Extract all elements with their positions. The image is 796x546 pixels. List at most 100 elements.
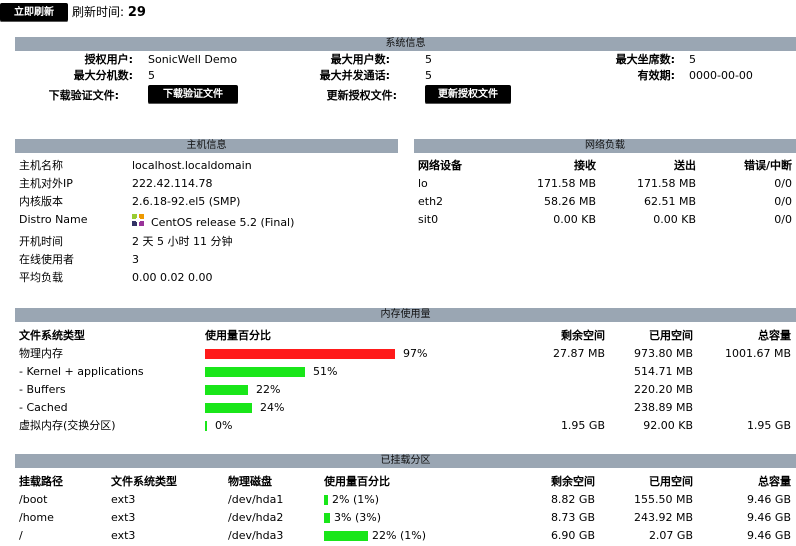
memory-row-name: - Cached [19,401,68,414]
memory-usage-bar [205,349,395,359]
network-device: lo [418,177,428,190]
network-col-err: 错误/中断 [743,159,792,172]
host-row-label: 主机名称 [19,159,63,172]
memory-usage-percent: 22% [256,383,281,396]
mount-disk: /dev/hda2 [228,511,284,524]
memory-col-pct: 使用量百分比 [205,329,271,342]
max-calls-value: 5 [425,69,432,82]
mounts-col-fs: 文件系统类型 [111,475,177,488]
mount-disk: /dev/hda3 [228,529,284,542]
host-row-value: 2 天 5 小时 11 分钟 [132,235,233,248]
memory-row-name: 虚拟内存(交换分区) [19,419,116,432]
refresh-timer-seconds: 29 [127,5,146,20]
host-row-label: 内核版本 [19,195,63,208]
refresh-now-button[interactable]: 立即刷新 [0,3,68,22]
memory-total: 1001.67 MB [724,347,791,360]
memory-used: 220.20 MB [633,383,693,396]
memory-col-total: 总容量 [758,329,791,342]
mounts-col-disk: 物理磁盘 [228,475,272,488]
max-seats-label: 最大坐席数: [615,53,675,66]
network-tx: 171.58 MB [636,177,696,190]
host-row-value: 0.00 0.02 0.00 [132,271,213,284]
toolbar: 立即刷新 刷新时间: 29 [0,0,796,24]
update-license-label: 更新授权文件: [326,89,397,102]
mount-usage-percent: 22% (1%) [372,529,426,542]
memory-col-type: 文件系统类型 [19,329,85,342]
host-row-value: CentOS release 5.2 (Final) [151,216,295,229]
network-panel: 网络负载 网络设备 接收 送出 错误/中断 lo 171.58 MB 171.58 … [414,139,796,229]
system-info-panel: 系统信息 授权用户: SonicWell Demo 最大用户数: 5 最大坐席数… [15,37,796,109]
network-rx: 58.26 MB [543,195,596,208]
memory-usage-bar [205,421,207,431]
host-row-label: 在线使用者 [19,253,74,266]
mount-disk: /dev/hda1 [228,493,284,506]
mount-total: 9.46 GB [746,511,791,524]
memory-total: 1.95 GB [746,419,791,432]
mount-usage-bar [324,531,368,541]
memory-used: 238.89 MB [633,401,693,414]
host-row-value: 3 [132,253,139,266]
download-verify-label: 下载验证文件: [48,89,119,102]
network-errors: 0/0 [774,195,792,208]
host-row-value: localhost.localdomain [132,159,252,172]
mount-total: 9.46 GB [746,529,791,542]
memory-usage-percent: 24% [260,401,285,414]
network-errors: 0/0 [774,213,792,226]
network-col-device: 网络设备 [418,159,462,172]
mounts-title: 已挂载分区 [15,454,796,468]
mount-path: /home [19,511,54,524]
centos-logo-icon [132,214,144,226]
host-row-label: 开机时间 [19,235,63,248]
network-col-tx: 送出 [674,159,696,172]
memory-title: 内存使用量 [15,308,796,322]
download-verify-button[interactable]: 下载验证文件 [148,85,238,104]
memory-panel: 内存使用量 文件系统类型 使用量百分比 剩余空间 已用空间 总容量 物理内存 97… [15,308,796,438]
max-users-value: 5 [425,53,432,66]
refresh-timer: 刷新时间: 29 [72,3,146,20]
mounts-col-pct: 使用量百分比 [324,475,390,488]
refresh-timer-label: 刷新时间: [72,5,125,19]
licensed-user-label: 授权用户: [84,53,133,66]
memory-used: 514.71 MB [633,365,693,378]
network-tx: 0.00 KB [653,213,696,226]
max-users-label: 最大用户数: [330,53,390,66]
mounts-col-path: 挂载路径 [19,475,63,488]
mounts-col-total: 总容量 [758,475,791,488]
network-errors: 0/0 [774,177,792,190]
mounts-panel: 已挂载分区 挂载路径 文件系统类型 物理磁盘 使用量百分比 剩余空间 已用空间 … [15,454,796,546]
expiry-value: 0000-00-00 [689,69,753,82]
mount-fs-type: ext3 [111,493,136,506]
memory-usage-percent: 0% [215,419,233,432]
mount-usage-bar [324,513,330,523]
host-row-value: 2.6.18-92.el5 (SMP) [132,195,241,208]
mount-usage-percent: 3% (3%) [334,511,381,524]
max-ext-label: 最大分机数: [73,69,133,82]
host-info-title: 主机信息 [15,139,398,153]
network-rx: 0.00 KB [553,213,596,226]
network-rx: 171.58 MB [536,177,596,190]
max-calls-label: 最大并发通话: [319,69,390,82]
memory-usage-percent: 51% [313,365,338,378]
max-seats-value: 5 [689,53,696,66]
host-row-label: 主机对外IP [19,177,73,190]
memory-row-name: - Buffers [19,383,66,396]
max-ext-value: 5 [148,69,155,82]
update-license-button[interactable]: 更新授权文件 [425,85,511,104]
host-row-label: 平均负载 [19,271,63,284]
mount-fs-type: ext3 [111,511,136,524]
network-title: 网络负载 [414,139,796,153]
mount-path: /boot [19,493,48,506]
memory-usage-bar [205,403,252,413]
host-row-value: 222.42.114.78 [132,177,213,190]
mount-total: 9.46 GB [746,493,791,506]
mount-usage-percent: 2% (1%) [332,493,379,506]
mount-path: / [19,529,23,542]
mount-usage-bar [324,495,328,505]
memory-usage-bar [205,385,248,395]
expiry-label: 有效期: [637,69,675,82]
host-info-panel: 主机信息 主机名称 localhost.localdomain 主机对外IP 222.… [15,139,398,289]
memory-usage-bar [205,367,305,377]
network-col-rx: 接收 [574,159,596,172]
licensed-user-value: SonicWell Demo [148,53,238,66]
system-info-title: 系统信息 [15,37,796,51]
